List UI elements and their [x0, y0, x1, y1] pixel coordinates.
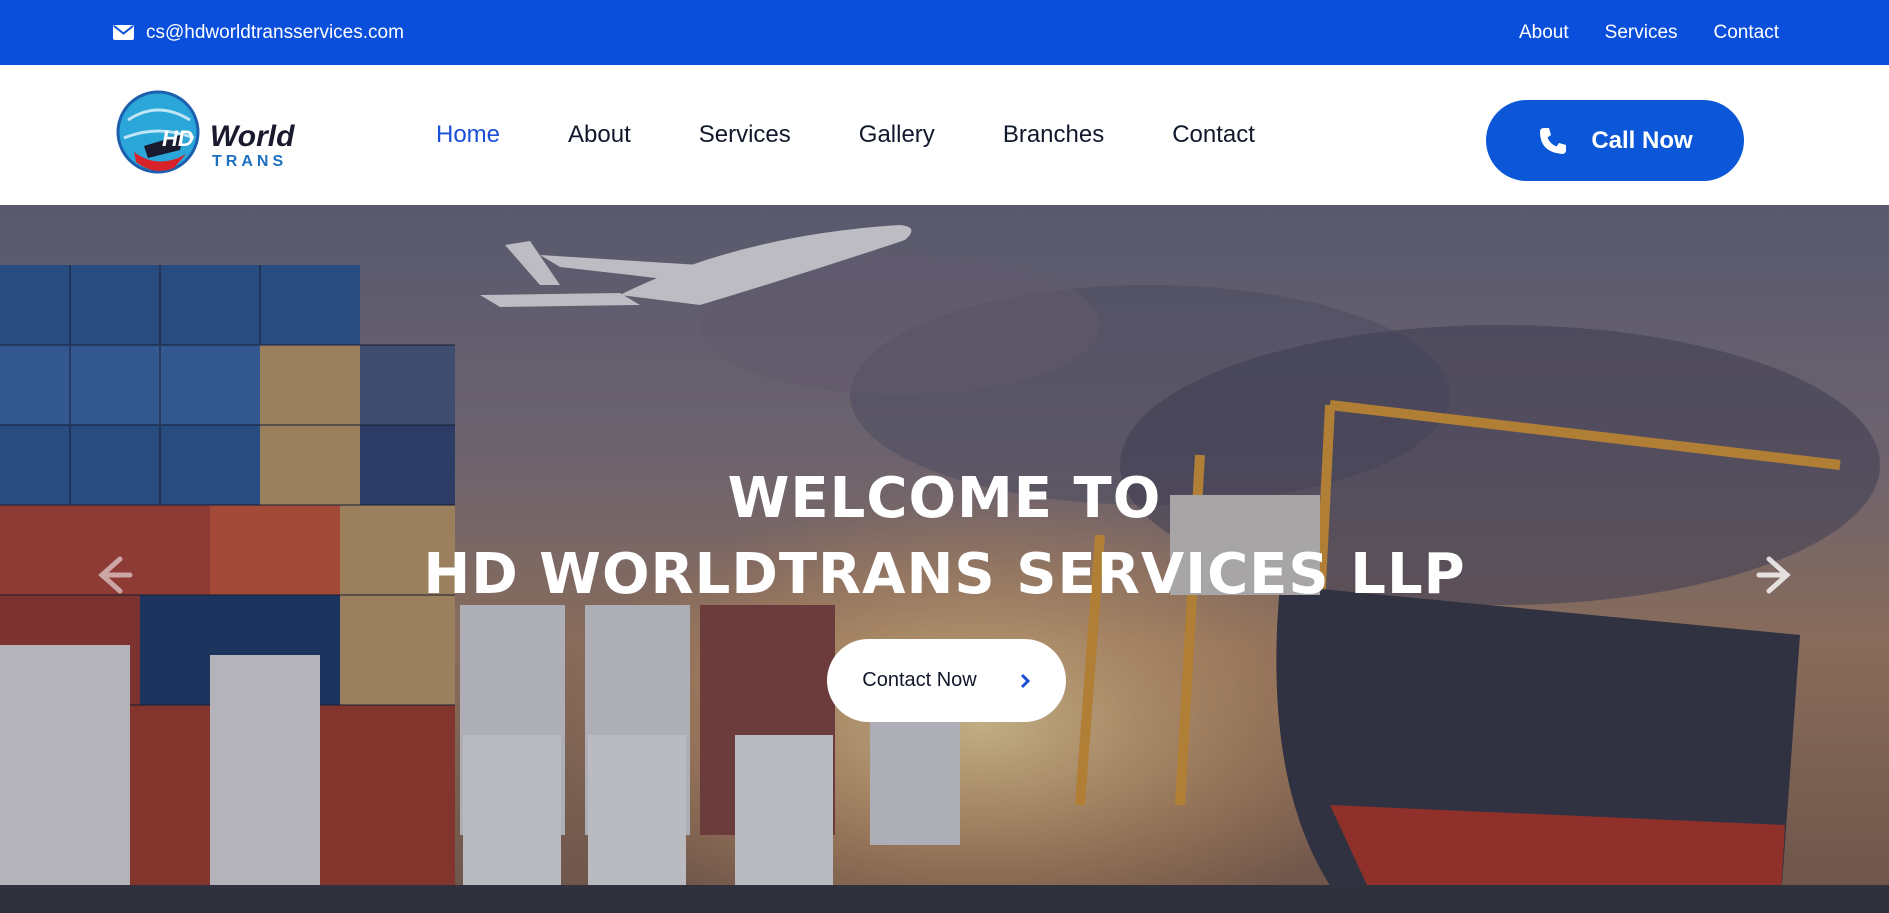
top-links: About Services Contact	[1519, 0, 1779, 65]
contact-now-label: Contact Now	[862, 669, 977, 691]
nav-about[interactable]: About	[568, 121, 631, 149]
envelope-icon	[113, 25, 134, 40]
contact-now-button[interactable]: Contact Now	[827, 639, 1066, 722]
main-nav: Home About Services Gallery Branches Con…	[436, 65, 1323, 205]
company-logo[interactable]: HD World TRANS	[114, 80, 299, 188]
phone-icon	[1540, 127, 1567, 154]
nav-home[interactable]: Home	[436, 121, 500, 149]
hero-title: WELCOME TO HD WORLDTRANS SERVICES LLP	[0, 461, 1889, 613]
svg-text:TRANS: TRANS	[212, 153, 287, 170]
email-text: cs@hdworldtransservices.com	[146, 21, 404, 43]
main-header: HD World TRANS Home About Services Galle…	[0, 65, 1889, 205]
nav-branches[interactable]: Branches	[1003, 121, 1104, 149]
nav-contact[interactable]: Contact	[1172, 121, 1255, 149]
call-now-button[interactable]: Call Now	[1486, 100, 1744, 181]
nav-gallery[interactable]: Gallery	[859, 121, 935, 149]
hero-title-line2: HD WORLDTRANS SERVICES LLP	[423, 542, 1466, 607]
contact-email[interactable]: cs@hdworldtransservices.com	[113, 0, 404, 65]
top-link-about[interactable]: About	[1519, 22, 1569, 44]
hero-title-line1: WELCOME TO	[727, 466, 1162, 531]
call-now-label: Call Now	[1591, 126, 1693, 154]
chevron-right-icon	[1020, 673, 1030, 688]
nav-services[interactable]: Services	[699, 121, 791, 149]
arrow-right-icon[interactable]	[1755, 553, 1799, 597]
arrow-left-icon[interactable]	[90, 553, 134, 597]
hero-slider: WELCOME TO HD WORLDTRANS SERVICES LLP Co…	[0, 205, 1889, 913]
top-bar: cs@hdworldtransservices.com About Servic…	[0, 0, 1889, 65]
top-link-services[interactable]: Services	[1605, 22, 1678, 44]
top-link-contact[interactable]: Contact	[1714, 22, 1779, 44]
svg-text:World: World	[210, 120, 295, 153]
svg-text:HD: HD	[162, 126, 194, 151]
